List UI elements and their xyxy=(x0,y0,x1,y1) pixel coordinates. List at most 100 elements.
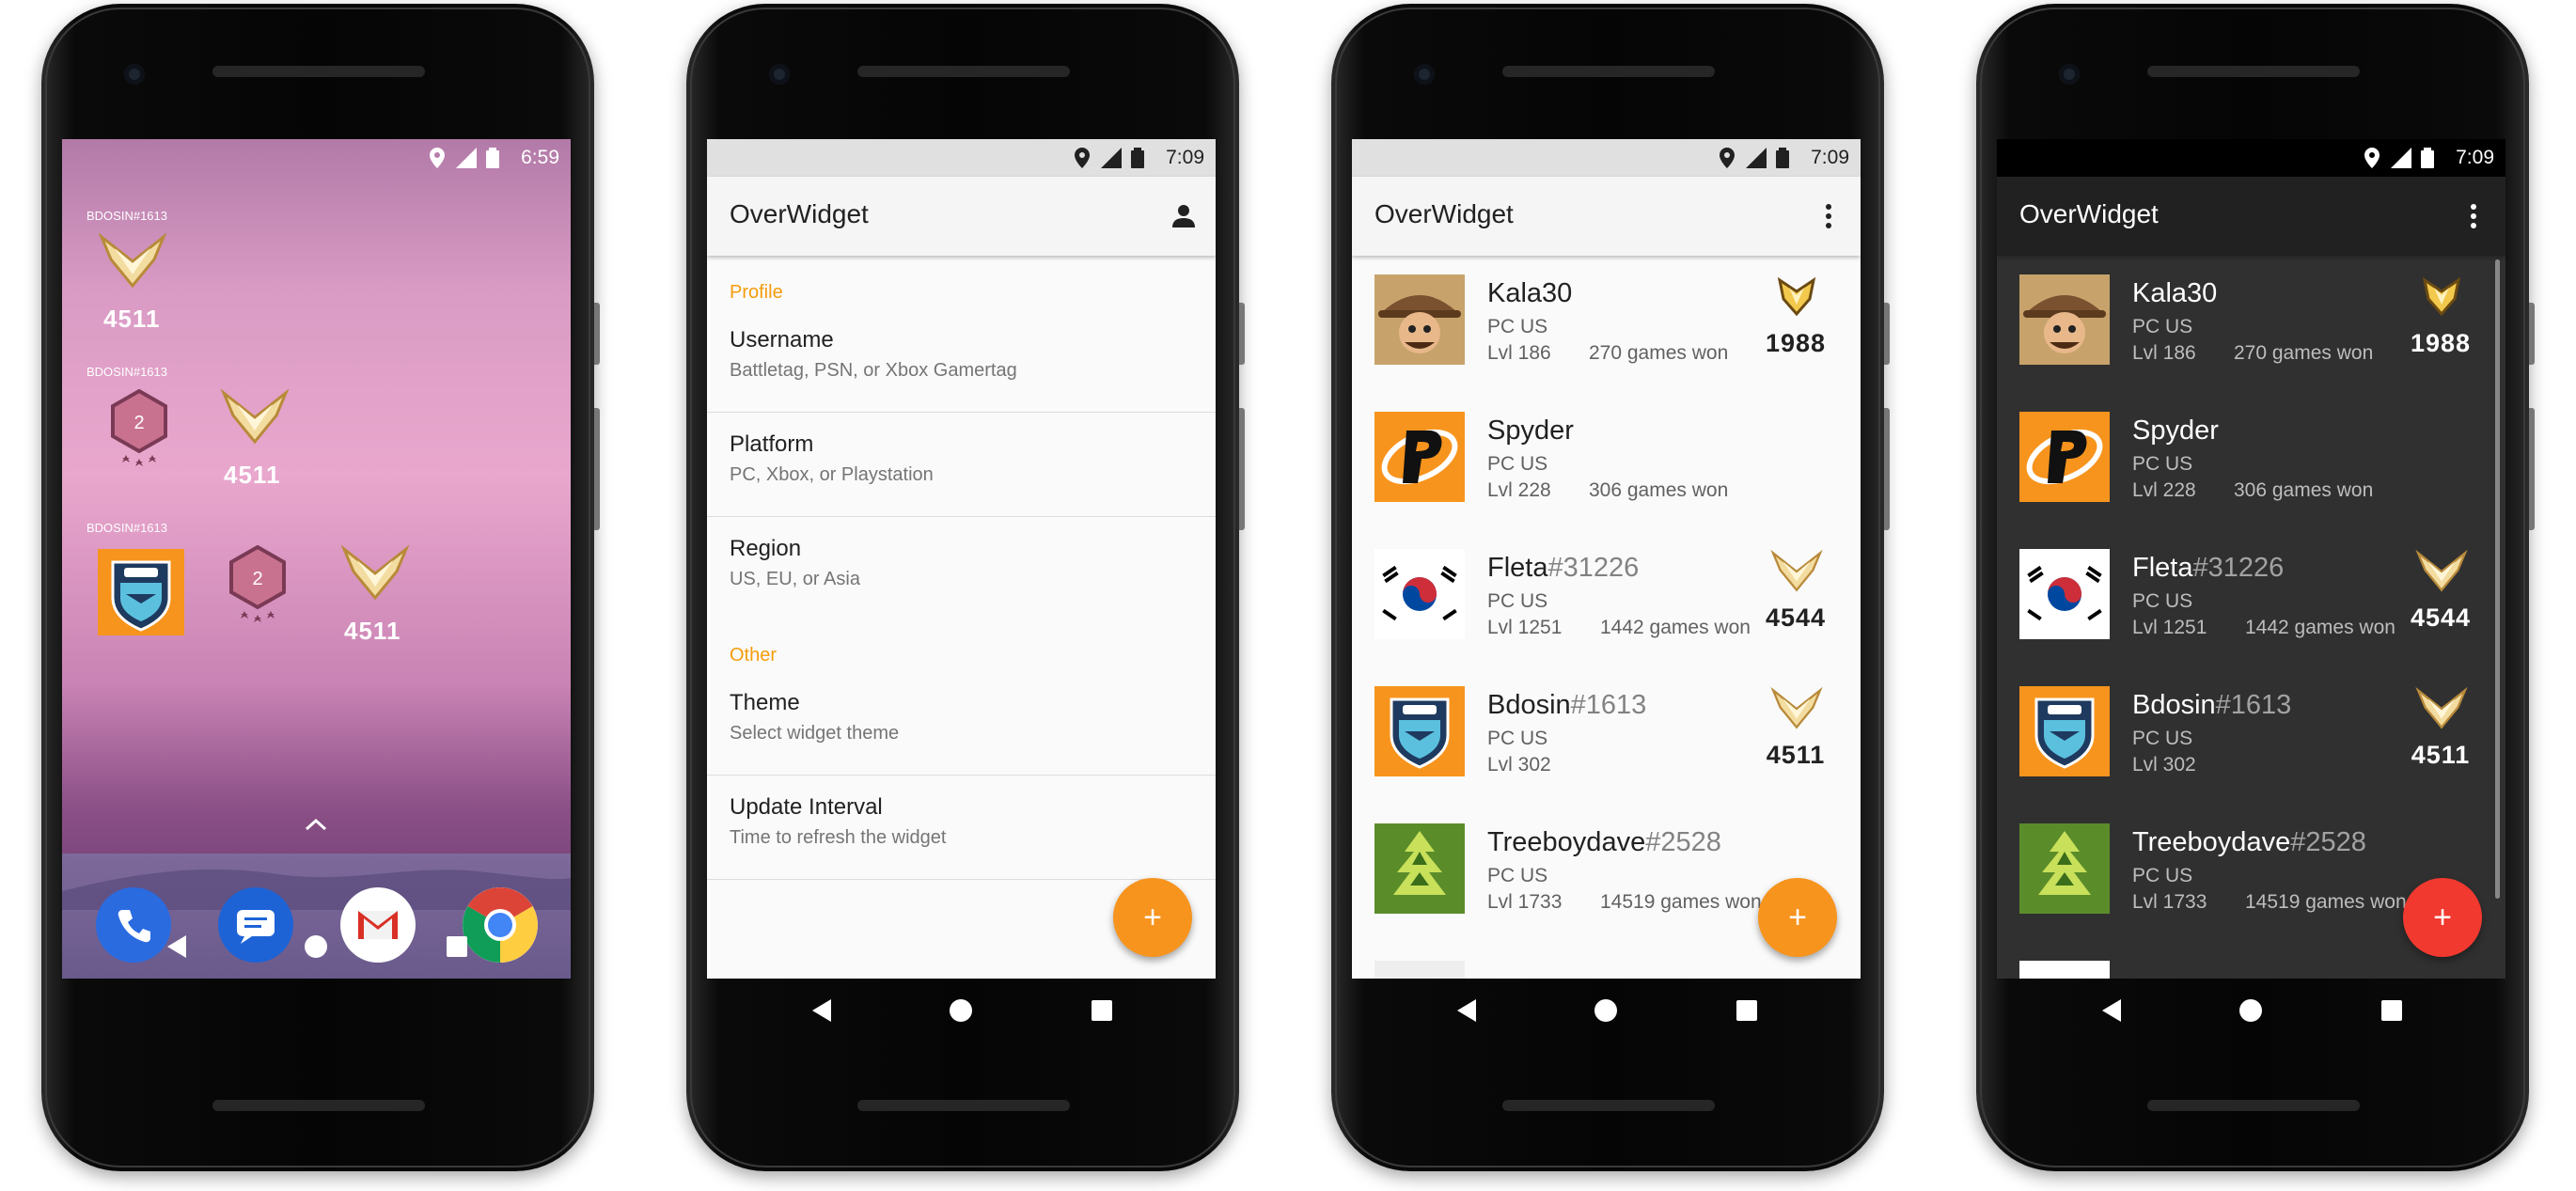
scrollbar[interactable] xyxy=(2495,259,2500,899)
player-name: Bdosin#1613 xyxy=(2132,690,2291,721)
player-battletag-number: #1613 xyxy=(1570,690,1647,720)
recents-icon[interactable] xyxy=(1085,994,1119,1027)
home-icon[interactable] xyxy=(944,994,978,1027)
battery-icon xyxy=(2421,148,2434,174)
player-name-text: Spyder xyxy=(2132,415,2219,446)
phone-settings: 7:09 OverWidget Profile Username Battlet… xyxy=(686,4,1245,1171)
account-icon[interactable] xyxy=(1169,201,1199,231)
player-row[interactable]: Bdosin#1613 PC US Lvl 302 4511 xyxy=(1997,667,2505,805)
home-icon[interactable] xyxy=(2234,994,2268,1027)
recents-icon[interactable] xyxy=(2375,994,2409,1027)
player-row[interactable]: Fleta#31226 PC US Lvl 1251 1442 games won 45… xyxy=(1997,530,2505,667)
player-row[interactable]: Spyder PC US Lvl 228 306 games won xyxy=(1997,393,2505,530)
widget-username: BDOSIN#1613 xyxy=(86,521,167,535)
setting-title: Theme xyxy=(730,690,800,715)
player-region: PC US xyxy=(2132,590,2193,612)
player-name-text: Fleta xyxy=(1487,553,1548,583)
lte-signal-icon xyxy=(454,148,477,174)
back-icon[interactable] xyxy=(805,994,839,1027)
player-battletag-number: #1613 xyxy=(2215,690,2292,720)
player-row[interactable]: Fleta#31226 PC US Lvl 1251 1442 games won 45… xyxy=(1352,530,1861,667)
london-spitfire-avatar xyxy=(2019,686,2110,776)
tree-emblem-avatar xyxy=(1374,823,1465,914)
app-bar: OverWidget xyxy=(1352,177,1861,256)
app-title: OverWidget xyxy=(2019,199,2159,228)
add-fab-button[interactable]: + xyxy=(1113,878,1192,957)
player-level: Lvl 228 xyxy=(2132,479,2196,501)
player-skill-rating: 4511 xyxy=(1766,741,1826,769)
mccree-avatar xyxy=(2019,274,2110,365)
player-name-text: Fleta xyxy=(2132,553,2193,583)
recents-icon[interactable] xyxy=(1730,994,1764,1027)
back-icon[interactable] xyxy=(2095,994,2128,1027)
grandmaster-rank-icon[interactable] xyxy=(220,388,290,450)
location-icon xyxy=(430,148,445,174)
player-battletag-number: #31226 xyxy=(1547,553,1640,583)
player-skill-rating: 1988 xyxy=(2410,329,2472,357)
player-name-text: Kala30 xyxy=(1487,278,1573,308)
london-spitfire-logo[interactable] xyxy=(98,549,184,635)
player-level: Lvl 186 xyxy=(2132,342,2196,364)
player-name: Treeboydave#2528 xyxy=(2132,827,2366,858)
competitive-level-icon[interactable]: 2 xyxy=(228,544,288,635)
widget-sr: 4511 xyxy=(224,461,281,489)
app-drawer-chevron-icon[interactable] xyxy=(305,818,327,836)
player-region: PC US xyxy=(2132,453,2193,475)
status-time: 7:09 xyxy=(1166,147,1204,168)
status-bar: 7:09 xyxy=(707,139,1216,177)
player-row[interactable]: Kala30 PC US Lvl 186 270 games won 1988 xyxy=(1352,256,1861,393)
player-row[interactable]: Kala30 PC US Lvl 186 270 games won 1988 xyxy=(1997,256,2505,393)
player-level: Lvl 1251 xyxy=(2132,617,2207,638)
player-region: PC US xyxy=(1487,590,1548,612)
widget-username: BDOSIN#1613 xyxy=(86,365,167,379)
battery-icon xyxy=(1776,148,1789,174)
home-icon[interactable] xyxy=(299,930,333,964)
player-name-text: Treeboydave xyxy=(2132,827,2291,857)
setting-platform[interactable]: Platform PC, Xbox, or Playstation xyxy=(707,413,1216,517)
app-title: OverWidget xyxy=(730,199,869,228)
front-camera xyxy=(124,64,145,85)
phone-player-list-dark: 7:09 OverWidget Kala30 PC US Lvl 186 270 ga… xyxy=(1976,4,2535,1171)
app-bar: OverWidget xyxy=(707,177,1216,256)
setting-theme[interactable]: Theme Select widget theme xyxy=(707,671,1216,776)
master-rank-icon xyxy=(2415,274,2468,320)
player-level: Lvl 302 xyxy=(1487,754,1551,776)
grandmaster-rank-icon[interactable] xyxy=(340,544,410,606)
home-screen: 6:59 BDOSIN#1613 4511 BDOSIN#1613 2 4511… xyxy=(62,139,571,979)
settings-screen: 7:09 OverWidget Profile Username Battlet… xyxy=(707,139,1216,979)
setting-update-interval[interactable]: Update Interval Time to refresh the widg… xyxy=(707,776,1216,880)
player-skill-rating: 4544 xyxy=(2410,603,2472,632)
player-region: PC US xyxy=(2132,865,2193,886)
home-icon[interactable] xyxy=(1589,994,1623,1027)
player-games-won: 306 games won xyxy=(1589,479,1729,501)
korea-flag-avatar xyxy=(1374,549,1465,639)
battery-icon xyxy=(1131,148,1144,174)
overflow-menu-icon[interactable] xyxy=(2458,201,2489,231)
back-icon[interactable] xyxy=(160,930,194,964)
player-level: Lvl 228 xyxy=(1487,479,1551,501)
grandmaster-rank-icon[interactable] xyxy=(98,232,167,294)
player-region: PC US xyxy=(2132,316,2193,337)
setting-region[interactable]: Region US, EU, or Asia xyxy=(707,517,1216,620)
player-list-screen: 7:09 OverWidget Kala30 PC US Lvl 186 270 ga… xyxy=(1997,139,2505,979)
front-camera xyxy=(1414,64,1435,85)
setting-subtitle: Select widget theme xyxy=(730,723,900,744)
grandmaster-rank-icon xyxy=(2415,686,2468,731)
player-row[interactable]: Bdosin#1613 PC US Lvl 302 4511 xyxy=(1352,667,1861,805)
back-icon[interactable] xyxy=(1450,994,1484,1027)
phone-player-list-light: 7:09 OverWidget Kala30 PC US Lvl 186 270 ga… xyxy=(1331,4,1890,1171)
player-name-text: Bdosin xyxy=(2132,690,2216,720)
add-player-fab-button[interactable]: + xyxy=(2403,878,2482,957)
competitive-level-icon[interactable]: 2 xyxy=(109,388,169,478)
tree-emblem-avatar xyxy=(2019,823,2110,914)
recents-icon[interactable] xyxy=(440,930,474,964)
setting-username[interactable]: Username Battletag, PSN, or Xbox Gamerta… xyxy=(707,308,1216,413)
lte-signal-icon xyxy=(2389,148,2411,174)
svg-text:2: 2 xyxy=(134,413,144,433)
grandmaster-rank-icon xyxy=(1770,549,1823,594)
add-player-fab-button[interactable]: + xyxy=(1758,878,1837,957)
setting-title: Update Interval xyxy=(730,794,883,820)
overflow-menu-icon[interactable] xyxy=(1814,201,1844,231)
player-row[interactable]: Spyder PC US Lvl 228 306 games won xyxy=(1352,393,1861,530)
status-time: 7:09 xyxy=(1811,147,1849,168)
